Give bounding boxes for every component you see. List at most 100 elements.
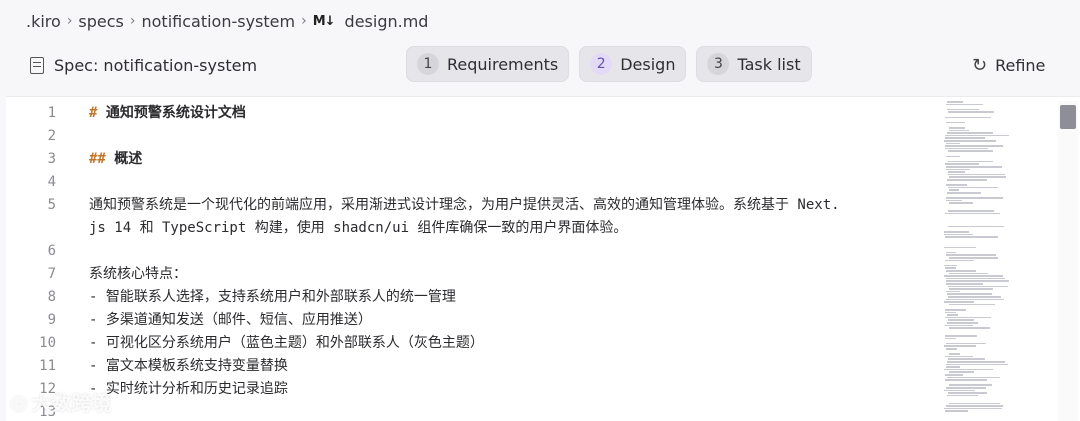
line-number: 3	[47, 151, 56, 167]
tab-label: Requirements	[447, 54, 559, 74]
minimap-line	[948, 171, 965, 173]
minimap-line	[945, 316, 991, 319]
minimap-line	[949, 176, 1006, 178]
minimap-line	[945, 374, 963, 376]
minimap-line	[944, 407, 1002, 410]
line-content: 系统核心特点：	[89, 266, 187, 282]
spec-tabs: 1 Requirements 2 Design 3 Task list	[406, 46, 812, 82]
line-content: 通知预警系统是一个现代化的前端应用，采用渐进式设计理念，为用户提供灵活、高效的通…	[89, 197, 840, 213]
minimap-line	[945, 410, 968, 412]
editor[interactable]: 1 # 通知预警系统设计文档 2 3 ## 概述 4 5 通知预警系统是一个现代…	[6, 96, 1080, 421]
minimap-line	[949, 257, 998, 259]
minimap-line	[948, 186, 998, 189]
line-number: 9	[47, 312, 56, 328]
minimap-line	[944, 301, 974, 303]
minimap-line	[945, 309, 966, 311]
minimap-line	[948, 150, 993, 152]
refine-button[interactable]: ↻ Refine	[972, 40, 1045, 90]
minimap-line	[945, 145, 1003, 147]
spec-title-label: Spec: notification-system	[54, 55, 258, 75]
minimap-line	[946, 348, 957, 350]
line-number: 7	[47, 266, 56, 282]
line-content: - 智能联系人选择，支持系统用户和外部联系人的统一管理	[89, 289, 456, 305]
minimap-line	[945, 379, 987, 381]
minimap-line	[948, 358, 985, 360]
tab-label: Task list	[737, 54, 801, 74]
minimap-line	[945, 163, 979, 165]
minimap-line	[949, 371, 974, 373]
line-number: 1	[47, 105, 56, 121]
minimap-line	[946, 251, 956, 254]
scrollbar-thumb[interactable]	[1060, 105, 1076, 129]
minimap-line	[948, 210, 994, 212]
minimap-line	[947, 108, 979, 111]
minimap-line	[946, 142, 960, 145]
minimap-line	[945, 335, 977, 337]
line-content: - 实时统计分析和历史记录追踪	[89, 381, 288, 397]
minimap-line	[947, 314, 958, 316]
minimap-line	[948, 160, 993, 163]
minimap-line	[949, 384, 992, 386]
editor-line: 1 # 通知预警系统设计文档	[6, 102, 936, 125]
minimap-line	[946, 277, 1005, 280]
minimap-line	[944, 345, 976, 347]
minimap-line	[945, 212, 1000, 215]
chevron-right-icon: ›	[66, 13, 73, 29]
minimap-line	[944, 275, 1003, 277]
editor-line: 10 - 可视化区分系统用户（蓝色主题）和外部联系人（灰色主题）	[6, 332, 936, 355]
minimap-line	[944, 231, 969, 233]
editor-line-wrapped: js 14 和 TypeScript 构建，使用 shadcn/ui 组件库确保…	[6, 217, 936, 240]
minimap-line	[945, 137, 985, 139]
line-content: # 通知预警系统设计文档	[89, 102, 246, 125]
minimap-line	[944, 140, 996, 142]
minimap-line	[949, 189, 959, 191]
minimap-line	[944, 233, 973, 236]
chevron-right-icon: ›	[129, 13, 136, 29]
tab-requirements[interactable]: 1 Requirements	[406, 46, 570, 82]
tab-number: 1	[417, 53, 439, 75]
minimap-line	[946, 298, 1004, 301]
minimap-line	[949, 353, 960, 355]
breadcrumb-item-notification-system[interactable]: notification-system	[142, 12, 296, 31]
heading-text: 通知预警系统设计文档	[105, 105, 246, 121]
minimap-line	[945, 259, 974, 262]
tab-number: 2	[590, 53, 613, 75]
minimap-line	[949, 402, 1000, 405]
line-number: 2	[47, 128, 56, 144]
minimap[interactable]	[936, 97, 1016, 421]
line-number: 6	[47, 243, 56, 259]
markdown-icon: M↓	[312, 13, 336, 29]
minimap-line	[946, 387, 986, 389]
breadcrumb-item-kiro[interactable]: .kiro	[26, 12, 61, 31]
minimap-line	[949, 272, 988, 275]
minimap-line	[947, 179, 987, 181]
line-number: 5	[47, 197, 56, 213]
minimap-line	[944, 246, 976, 249]
editor-line: 13	[6, 401, 936, 421]
minimap-line	[946, 342, 986, 345]
line-content: - 可视化区分系统用户（蓝色主题）和外部联系人（灰色主题）	[89, 335, 484, 351]
minimap-line	[947, 293, 992, 295]
line-content: js 14 和 TypeScript 构建，使用 shadcn/ui 组件库确保…	[89, 220, 628, 236]
minimap-line	[944, 389, 975, 392]
minimap-line	[945, 311, 956, 314]
chevron-right-icon: ›	[301, 13, 307, 29]
vertical-scrollbar[interactable]	[1058, 101, 1078, 421]
line-number: 11	[39, 358, 56, 374]
breadcrumb-item-specs[interactable]: specs	[78, 12, 123, 31]
tab-task-list[interactable]: 3 Task list	[696, 46, 812, 82]
tab-number: 3	[707, 53, 730, 75]
minimap-line	[945, 236, 998, 238]
minimap-line	[946, 405, 1003, 407]
line-number: 8	[47, 289, 56, 305]
minimap-line	[946, 290, 960, 293]
tab-design[interactable]: 2 Design	[579, 46, 687, 82]
minimap-line	[946, 270, 976, 272]
tab-label: Design	[620, 54, 676, 74]
breadcrumb-item-design-md[interactable]: design.md	[345, 12, 429, 31]
minimap-line	[946, 363, 1008, 366]
minimap-line	[949, 129, 969, 132]
minimap-line	[948, 392, 987, 394]
minimap-line	[946, 197, 1003, 199]
spec-title: Spec: notification-system	[30, 40, 257, 90]
